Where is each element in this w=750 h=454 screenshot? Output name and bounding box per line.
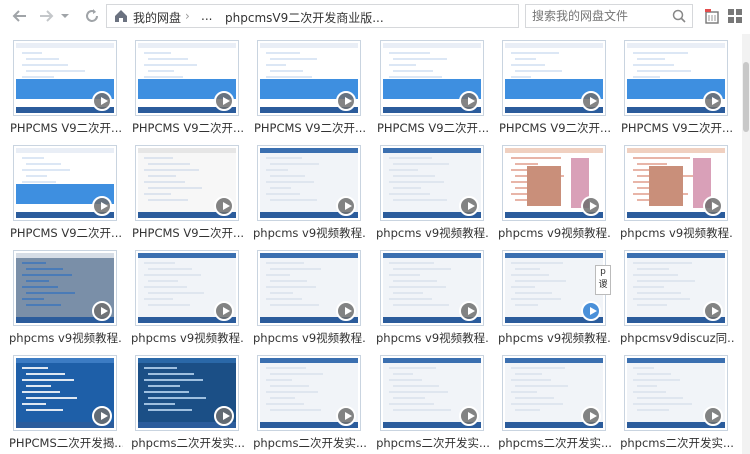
video-label[interactable]: PHPCMS V9二次开...: [9, 225, 123, 241]
video-thumbnail[interactable]: [135, 355, 239, 431]
video-thumbnail[interactable]: [380, 40, 484, 116]
play-icon[interactable]: [581, 91, 601, 111]
video-thumbnail[interactable]: [257, 355, 361, 431]
chevron-down-icon[interactable]: [58, 6, 72, 26]
video-label[interactable]: phpcms二次开发实...: [620, 435, 734, 451]
play-icon[interactable]: [703, 406, 723, 426]
video-thumbnail[interactable]: [624, 250, 728, 326]
address-bar[interactable]: 我的网盘 › ... phpcmsV9二次开发商业版...: [106, 4, 519, 28]
video-thumbnail[interactable]: [380, 145, 484, 221]
play-icon[interactable]: [92, 91, 112, 111]
video-label[interactable]: phpcms v9视频教程...: [376, 225, 490, 241]
video-label[interactable]: phpcms二次开发实...: [131, 435, 245, 451]
play-icon[interactable]: [703, 91, 723, 111]
play-icon[interactable]: [336, 91, 356, 111]
video-thumbnail[interactable]: [135, 250, 239, 326]
video-thumbnail[interactable]: [257, 250, 361, 326]
play-icon[interactable]: [581, 406, 601, 426]
video-label[interactable]: PHPCMS V9二次开...: [9, 120, 123, 136]
home-icon[interactable]: [113, 8, 129, 24]
search-input[interactable]: [532, 8, 662, 24]
video-thumbnail[interactable]: [135, 145, 239, 221]
play-icon[interactable]: [92, 196, 112, 216]
video-thumbnail[interactable]: [13, 355, 117, 431]
play-icon[interactable]: [459, 406, 479, 426]
video-thumbnail[interactable]: [13, 40, 117, 116]
play-icon[interactable]: [214, 406, 234, 426]
video-label[interactable]: phpcms v9视频教程...: [498, 330, 612, 346]
play-icon[interactable]: [336, 301, 356, 321]
video-thumbnail[interactable]: [380, 250, 484, 326]
video-thumbnail[interactable]: [257, 40, 361, 116]
back-arrow-icon[interactable]: [10, 6, 30, 26]
breadcrumb-current[interactable]: phpcmsV9二次开发商业版...: [225, 9, 384, 26]
grid-view-icon[interactable]: [726, 7, 744, 25]
refresh-icon[interactable]: [82, 6, 102, 26]
video-label[interactable]: PHPCMS V9二次开...: [620, 120, 734, 136]
video-label[interactable]: phpcms v9视频教程...: [9, 330, 123, 346]
video-thumbnail[interactable]: [502, 145, 606, 221]
video-thumbnail[interactable]: [624, 355, 728, 431]
video-label[interactable]: phpcms v9视频教程...: [253, 225, 367, 241]
vertical-scrollbar[interactable]: [742, 34, 750, 454]
video-thumbnail[interactable]: [257, 145, 361, 221]
play-icon[interactable]: [214, 196, 234, 216]
video-label[interactable]: phpcms v9视频教程...: [376, 330, 490, 346]
video-label[interactable]: PHPCMS V9二次开...: [376, 120, 490, 136]
video-label[interactable]: phpcms v9视频教程...: [131, 330, 245, 346]
search-icon[interactable]: [672, 9, 686, 23]
video-label[interactable]: phpcms二次开发实...: [253, 435, 367, 451]
video-label[interactable]: phpcms v9视频教程...: [620, 225, 734, 241]
chevron-right-icon: ›: [185, 9, 190, 23]
play-icon[interactable]: [336, 406, 356, 426]
play-icon[interactable]: [92, 406, 112, 426]
breadcrumb-home[interactable]: 我的网盘: [133, 9, 181, 26]
video-label[interactable]: PHPCMS V9二次开...: [131, 225, 245, 241]
video-thumbnail[interactable]: [13, 250, 117, 326]
play-icon[interactable]: [214, 301, 234, 321]
video-thumbnail[interactable]: [502, 355, 606, 431]
play-icon[interactable]: [581, 301, 601, 321]
play-icon[interactable]: [459, 196, 479, 216]
video-thumbnail[interactable]: [624, 145, 728, 221]
play-icon[interactable]: [92, 301, 112, 321]
file-grid: PHPCMS V9二次开... PHPCMS V9二次开... PHPCMS V9二…: [0, 34, 742, 454]
play-icon[interactable]: [336, 196, 356, 216]
play-icon[interactable]: [459, 91, 479, 111]
video-thumbnail[interactable]: [624, 40, 728, 116]
video-label[interactable]: phpcmsv9discuz同...: [620, 330, 734, 346]
video-label[interactable]: phpcms v9视频教程...: [253, 330, 367, 346]
play-icon[interactable]: [703, 196, 723, 216]
play-icon[interactable]: [703, 301, 723, 321]
video-label[interactable]: phpcms v9视频教程...: [498, 225, 612, 241]
play-icon[interactable]: [459, 301, 479, 321]
video-label[interactable]: phpcms二次开发实...: [376, 435, 490, 451]
video-thumbnail[interactable]: [135, 40, 239, 116]
forward-arrow-icon[interactable]: [36, 6, 56, 26]
play-icon[interactable]: [581, 196, 601, 216]
video-thumbnail[interactable]: [502, 40, 606, 116]
video-label[interactable]: PHPCMS V9二次开...: [498, 120, 612, 136]
play-icon[interactable]: [214, 91, 234, 111]
tooltip: p谡: [595, 265, 611, 295]
video-label[interactable]: PHPCMS V9二次开...: [253, 120, 367, 136]
video-label[interactable]: PHPCMS二次开发揭...: [9, 435, 123, 451]
breadcrumb-ellipsis[interactable]: ...: [201, 9, 212, 23]
video-thumbnail[interactable]: [502, 250, 606, 326]
video-label[interactable]: PHPCMS V9二次开...: [131, 120, 245, 136]
search-box[interactable]: [525, 4, 693, 28]
toolbar: 我的网盘 › ... phpcmsV9二次开发商业版...: [0, 0, 750, 34]
video-thumbnail[interactable]: [380, 355, 484, 431]
scrollbar-thumb[interactable]: [743, 62, 749, 132]
recycle-bin-icon[interactable]: [703, 7, 721, 25]
video-thumbnail[interactable]: [13, 145, 117, 221]
video-label[interactable]: phpcms二次开发实...: [498, 435, 612, 451]
